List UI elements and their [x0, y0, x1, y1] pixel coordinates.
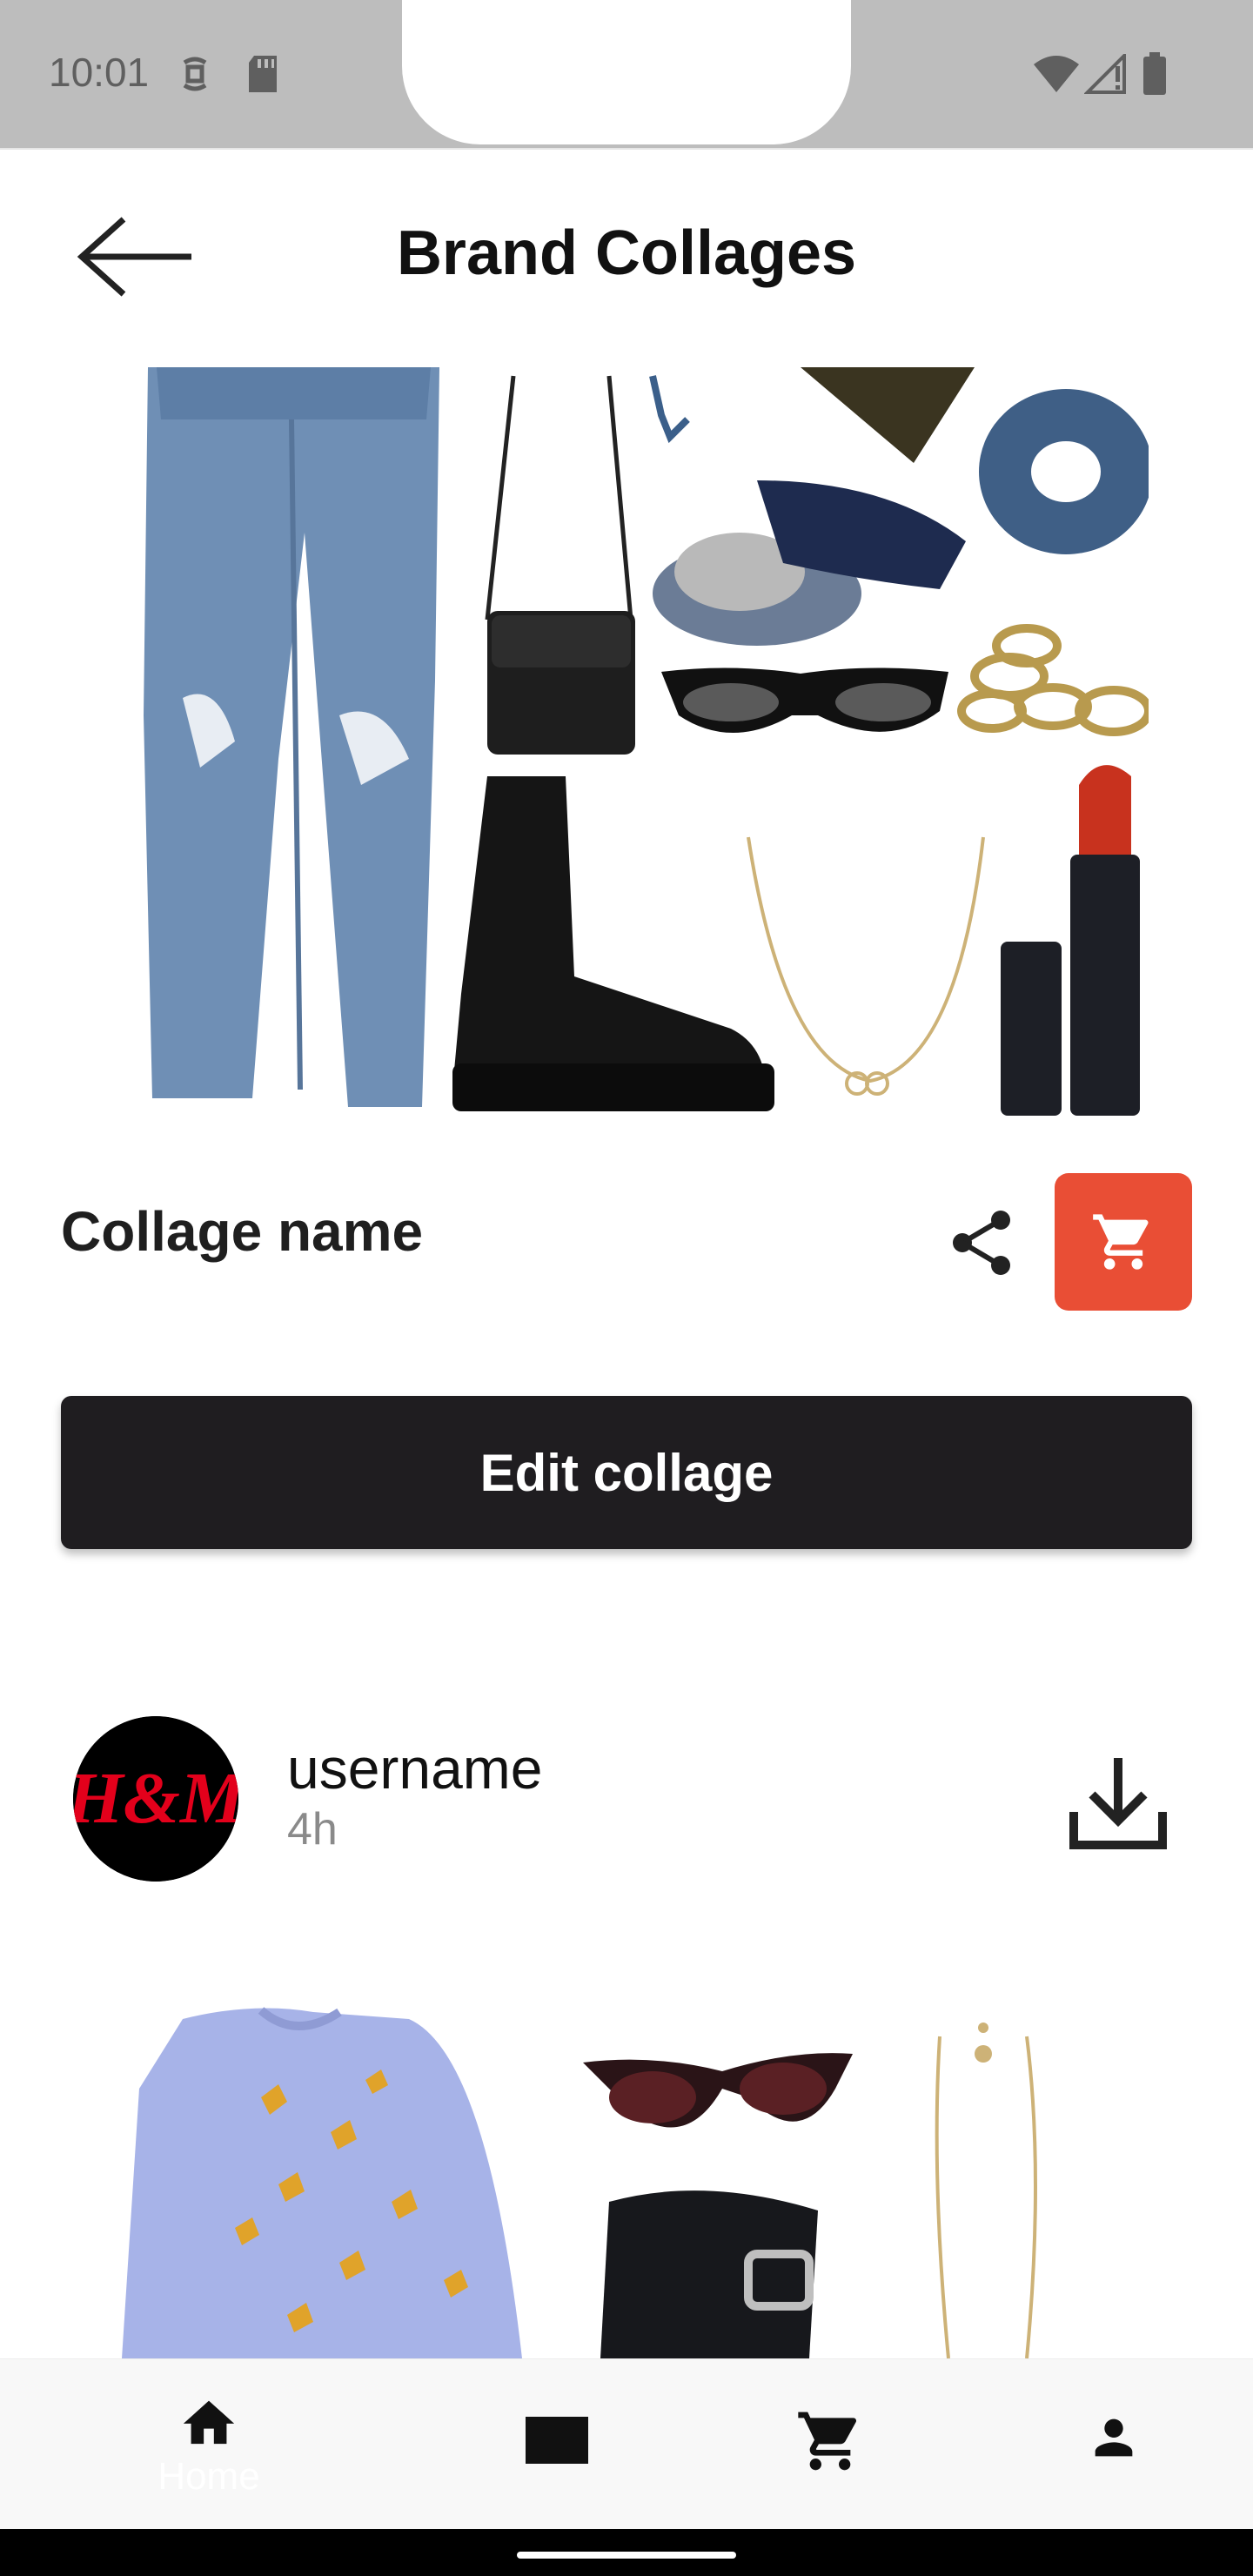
nav-profile[interactable] — [1027, 2359, 1201, 2530]
home-icon — [183, 2400, 235, 2445]
status-time: 10:01 — [49, 50, 150, 95]
jeans-item — [144, 367, 439, 1107]
home-gesture-handle[interactable] — [517, 2552, 736, 2559]
cat-eye-sunglasses-item — [583, 2053, 853, 2128]
sd-card-icon — [249, 56, 277, 92]
nav-cart[interactable] — [747, 2359, 921, 2530]
rings-item — [957, 624, 1149, 736]
collage-image[interactable] — [122, 367, 1149, 1124]
post-username[interactable]: username — [287, 1735, 543, 1801]
person-icon — [1095, 2418, 1133, 2457]
nav-home[interactable]: Home — [122, 2359, 296, 2530]
frame-item — [649, 367, 975, 463]
rectangle-icon — [526, 2417, 588, 2464]
nav-home-label: Home — [157, 2455, 260, 2498]
avatar[interactable]: H&M — [73, 1716, 238, 1882]
signal-icon — [1084, 54, 1126, 94]
data-saver-icon — [183, 57, 207, 91]
nav-collages[interactable] — [470, 2359, 644, 2530]
collage-name: Collage name — [61, 1200, 424, 1263]
page-title: Brand Collages — [396, 218, 857, 288]
sweatshirt-item — [122, 2007, 522, 2358]
necklace-item — [935, 2023, 1037, 2358]
post-time: 4h — [287, 1804, 338, 1855]
sunglasses-item — [661, 667, 948, 733]
wifi-icon — [1034, 56, 1079, 92]
necklace-item — [747, 836, 985, 1096]
shopping-cart-icon — [1093, 1214, 1149, 1270]
share-icon[interactable] — [948, 1208, 1018, 1278]
lipstick-item — [1001, 765, 1140, 1116]
status-bar: 10:01 — [0, 0, 1253, 148]
post-image[interactable] — [113, 2002, 1140, 2358]
divider — [0, 148, 1253, 150]
battery-icon — [1143, 52, 1166, 95]
display-notch — [402, 0, 851, 144]
belt-item — [600, 2190, 818, 2358]
scrunchie-item — [979, 389, 1149, 554]
bag-item — [485, 375, 635, 755]
add-to-cart-button[interactable] — [1055, 1173, 1192, 1311]
shopping-cart-icon — [798, 2412, 857, 2471]
brand-logo: H&M — [73, 1716, 238, 1882]
bottom-navigation: Home — [0, 2358, 1253, 2530]
svg-text:H&M: H&M — [73, 1758, 238, 1839]
pillows-item — [653, 480, 966, 646]
edit-collage-button[interactable]: Edit collage — [61, 1396, 1192, 1549]
download-icon[interactable] — [1062, 1749, 1175, 1862]
boots-item — [452, 776, 774, 1111]
